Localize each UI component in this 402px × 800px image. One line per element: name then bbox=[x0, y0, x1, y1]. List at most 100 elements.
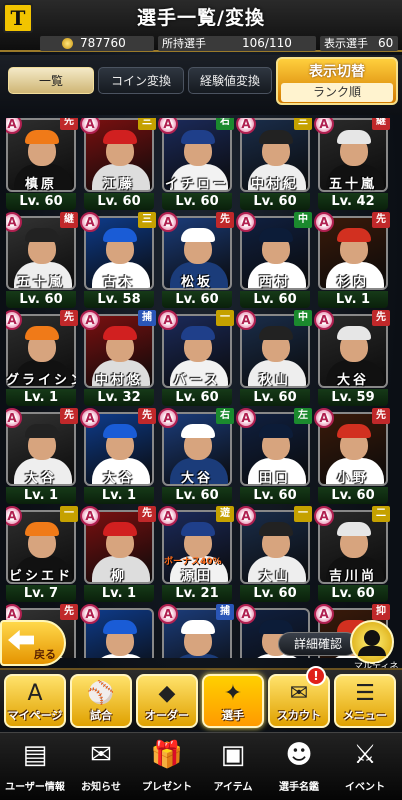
position-badge: 一 bbox=[294, 506, 312, 522]
player-name: 江藤 bbox=[102, 177, 135, 192]
position-badge: 中 bbox=[294, 212, 312, 228]
player-card[interactable]: A 遊 ボーナス40% 源田 Lv. 21 bbox=[158, 506, 234, 604]
player-card[interactable]: A 一 ビシエド Lv. 7 bbox=[6, 506, 78, 604]
player-card[interactable]: A 先 柳 Lv. 1 bbox=[80, 506, 156, 604]
shown-value: 60 bbox=[378, 36, 394, 50]
player-card[interactable]: A 先 杉内 Lv. 1 bbox=[314, 212, 390, 310]
player-card[interactable]: A 左 田口 Lv. 60 bbox=[236, 408, 312, 506]
display-toggle-label: 表示切替 bbox=[309, 64, 365, 80]
tab-coin-convert[interactable]: コイン変換 bbox=[98, 67, 184, 94]
player-name: 西村 bbox=[258, 275, 291, 290]
player-card[interactable]: A 床田 bbox=[80, 604, 154, 658]
player-card[interactable]: A 継 五十嵐 Lv. 60 bbox=[6, 212, 78, 310]
player-name: イチロー bbox=[164, 177, 229, 192]
player-card[interactable]: A 右 大谷 Lv. 60 bbox=[158, 408, 234, 506]
detail-check-button[interactable]: 詳細確認 bbox=[278, 632, 358, 656]
rank-a-icon: A bbox=[158, 212, 178, 232]
bonus-badge: ボーナス40% bbox=[164, 557, 222, 567]
position-badge: 二 bbox=[372, 506, 390, 522]
player-name: 中村悠 bbox=[94, 373, 143, 388]
player-level: Lv. 58 bbox=[84, 291, 154, 308]
tab-exp-convert[interactable]: 経験値変換 bbox=[188, 67, 272, 94]
player-name: 槙原 bbox=[24, 177, 57, 192]
player-card[interactable]: A 二 吉川尚 Lv. 60 bbox=[314, 506, 390, 604]
rank-a-icon: A bbox=[236, 212, 256, 232]
player-card[interactable]: A 先 大谷 Lv. 1 bbox=[80, 408, 156, 506]
player-name: 松坂 bbox=[180, 275, 213, 290]
player-card[interactable]: A 中 西村 Lv. 60 bbox=[236, 212, 312, 310]
rank-a-icon: A bbox=[80, 604, 100, 624]
nav-mypage-button[interactable]: A マイページ bbox=[4, 674, 66, 728]
player-card[interactable]: A 捕 中村悠 Lv. 32 bbox=[80, 310, 156, 408]
rank-a-icon: A bbox=[314, 408, 334, 428]
player-level: Lv. 60 bbox=[240, 585, 310, 602]
player-level: Lv. 59 bbox=[318, 389, 388, 406]
help-mascot-button[interactable] bbox=[350, 620, 394, 664]
player-card[interactable]: A 先 松坂 Lv. 60 bbox=[158, 212, 234, 310]
position-badge: 捕 bbox=[138, 310, 156, 326]
player-name: 中村紀 bbox=[250, 177, 299, 192]
nav-field-button[interactable]: ⚾ 試合 bbox=[70, 674, 132, 728]
player-card[interactable]: A 先 大谷 Lv. 59 bbox=[314, 310, 390, 408]
player-card[interactable]: A 三 古木 Lv. 58 bbox=[80, 212, 156, 310]
nav-diamond-button[interactable]: ◆ オーダー bbox=[136, 674, 198, 728]
nav-player-button[interactable]: ✦ 選手 bbox=[202, 674, 264, 728]
player-level: Lv. 1 bbox=[84, 585, 154, 602]
player-list-screen: T 選手一覧/変換 787760 所持選手 106/110 表示選手 60 一覧… bbox=[0, 0, 402, 800]
subnav-label: イベント bbox=[345, 782, 385, 793]
player-card[interactable]: A 一 大山 Lv. 60 bbox=[236, 506, 312, 604]
player-card[interactable]: A 一 バース Lv. 60 bbox=[158, 310, 234, 408]
player-cap bbox=[25, 522, 59, 536]
player-level: Lv. 32 bbox=[84, 389, 154, 406]
player-card[interactable]: A 三 中村紀 Lv. 60 bbox=[236, 118, 312, 212]
player-name: 五十嵐 bbox=[16, 275, 65, 290]
player-card[interactable]: A 先 大谷 Lv. 1 bbox=[6, 408, 78, 506]
subnav-event-button[interactable]: ⚔ イベント bbox=[333, 735, 397, 797]
rank-a-icon: A bbox=[236, 604, 256, 624]
position-badge: 右 bbox=[216, 118, 234, 130]
display-toggle-button[interactable]: 表示切替 ランク順 bbox=[276, 57, 398, 105]
player-card[interactable]: A 三 江藤 Lv. 60 bbox=[80, 118, 156, 212]
player-name: 大山 bbox=[258, 569, 291, 584]
position-badge: 中 bbox=[294, 310, 312, 326]
player-cap bbox=[25, 424, 59, 438]
main-nav: A マイページ ⚾ 試合 ◆ オーダー ✦ 選手 ✉ スカウト ☰ メニュー bbox=[0, 668, 402, 730]
position-badge: 一 bbox=[60, 506, 78, 522]
player-cap bbox=[25, 130, 59, 144]
back-button[interactable]: 戻る bbox=[0, 620, 66, 666]
player-cap bbox=[181, 522, 215, 536]
notice-icon: ✉ bbox=[90, 740, 112, 770]
player-card[interactable]: A 先 槙原 Lv. 60 bbox=[6, 118, 78, 212]
nav-menu-button[interactable]: ☰ メニュー bbox=[334, 674, 396, 728]
player-level: Lv. 60 bbox=[240, 389, 310, 406]
player-card[interactable]: A 先 グライシンガー Lv. 1 bbox=[6, 310, 78, 408]
subnav-label: お知らせ bbox=[81, 782, 121, 793]
subnav-user-info-button[interactable]: ▤ ユーザー情報 bbox=[3, 735, 67, 797]
player-card[interactable]: A 継 五十嵐 Lv. 42 bbox=[314, 118, 390, 212]
player-level: Lv. 60 bbox=[84, 193, 154, 210]
player-level: Lv. 7 bbox=[6, 585, 76, 602]
subnav-item-button[interactable]: ▣ アイテム bbox=[201, 735, 265, 797]
shown-label: 表示選手 bbox=[324, 37, 368, 50]
rank-a-icon: A bbox=[314, 310, 334, 330]
header: T 選手一覧/変換 787760 所持選手 106/110 表示選手 60 bbox=[0, 0, 402, 52]
coin-icon bbox=[62, 38, 73, 49]
mascot-body-icon bbox=[358, 646, 386, 656]
subnav-directory-button[interactable]: ☻ 選手名鑑 bbox=[267, 735, 331, 797]
present-icon: 🎁 bbox=[150, 740, 184, 770]
player-cap bbox=[337, 130, 371, 144]
player-name: 古木 bbox=[102, 275, 135, 290]
player-card[interactable]: A 中 秋山 Lv. 60 bbox=[236, 310, 312, 408]
player-card[interactable]: A 捕 坂倉 bbox=[158, 604, 234, 658]
position-badge: 継 bbox=[60, 212, 78, 228]
player-card[interactable]: A 先 小野 Lv. 60 bbox=[314, 408, 390, 506]
tab-list[interactable]: 一覧 bbox=[8, 67, 94, 94]
nav-label: オーダー bbox=[145, 709, 189, 722]
owned-value: 106/110 bbox=[242, 36, 292, 50]
player-card[interactable]: A 右 イチロー Lv. 60 bbox=[158, 118, 234, 212]
subnav-present-button[interactable]: 🎁 プレゼント bbox=[135, 735, 199, 797]
nav-label: 試合 bbox=[90, 709, 112, 722]
position-badge: 一 bbox=[216, 310, 234, 326]
diamond-icon: ◆ bbox=[158, 681, 176, 706]
subnav-notice-button[interactable]: ✉ お知らせ bbox=[69, 735, 133, 797]
